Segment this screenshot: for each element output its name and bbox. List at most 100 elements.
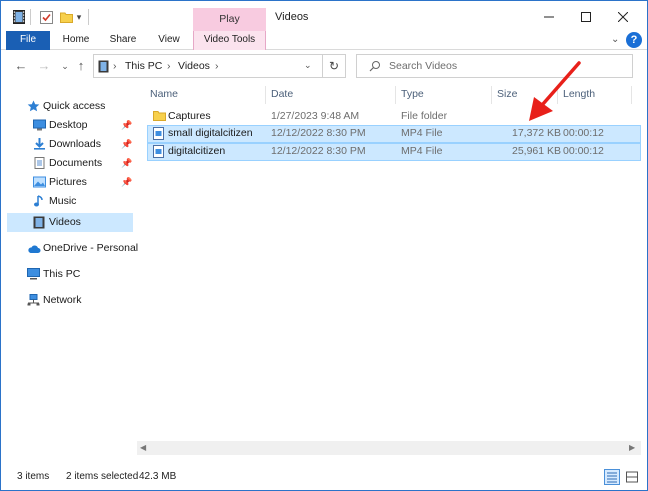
column-header-name[interactable]: Name (150, 88, 178, 104)
context-tab-play: Play (193, 8, 266, 31)
column-header-length[interactable]: Length (563, 88, 595, 104)
sidebar-item-label: This PC (43, 268, 81, 280)
sidebar-item-label: Downloads (49, 138, 101, 150)
file-type: MP4 File (401, 145, 443, 157)
column-divider[interactable] (557, 86, 558, 104)
file-date: 12/12/2022 8:30 PM (271, 127, 366, 139)
file-list: Name Date Type Size Length Captures 1/27… (137, 81, 641, 455)
table-row[interactable]: Captures 1/27/2023 9:48 AM File folder (147, 108, 641, 126)
sidebar-item-label: Documents (49, 157, 103, 169)
scroll-left-icon[interactable]: ◀ (140, 443, 146, 452)
minimize-button[interactable] (534, 5, 564, 29)
breadcrumb-this-pc[interactable]: This PC (125, 60, 162, 72)
navigation-bar: ← → ⌄ ↑ › This PC › Videos › ⌄ ↻ Search … (1, 53, 647, 81)
sidebar-item-label: Desktop (49, 119, 88, 131)
scroll-right-icon[interactable]: ▶ (629, 443, 635, 452)
tab-view[interactable]: View (149, 31, 189, 50)
address-history-chevron-icon[interactable]: ⌄ (304, 60, 312, 71)
horizontal-scrollbar[interactable]: ◀ ▶ (137, 441, 641, 455)
qa-divider-2 (88, 9, 89, 25)
sidebar-item-music[interactable]: Music (7, 192, 133, 211)
pin-icon[interactable]: 📌 (121, 116, 132, 135)
videos-folder-icon (98, 60, 109, 76)
navigation-pane: Quick access Desktop 📌 Downloads 📌 Docum… (1, 87, 138, 457)
file-size: 17,372 KB (512, 127, 562, 139)
sidebar-item-documents[interactable]: Documents 📌 (7, 154, 133, 173)
file-type: MP4 File (401, 127, 443, 139)
file-length: 00:00:12 (563, 127, 604, 139)
maximize-button[interactable] (571, 5, 601, 29)
breadcrumb-separator-icon: › (215, 60, 219, 72)
close-button[interactable] (608, 5, 638, 29)
sidebar-item-onedrive[interactable]: OneDrive - Personal (7, 239, 138, 258)
documents-icon (33, 157, 46, 169)
table-row[interactable]: small digitalcitizen 12/12/2022 8:30 PM … (147, 125, 641, 143)
videos-app-icon[interactable] (11, 9, 27, 25)
breadcrumb-separator-icon: › (113, 60, 117, 72)
column-header-date[interactable]: Date (271, 88, 293, 104)
file-length: 00:00:12 (563, 145, 604, 157)
pin-icon[interactable]: 📌 (121, 173, 132, 192)
selection-count: 2 items selected (66, 471, 139, 482)
back-arrow-icon[interactable]: ← (13, 57, 29, 75)
refresh-icon: ↻ (328, 59, 340, 73)
large-icons-view-button[interactable] (624, 469, 640, 485)
sidebar-item-label: OneDrive - Personal (43, 242, 139, 254)
sidebar-item-label: Music (49, 195, 77, 207)
column-header-type[interactable]: Type (401, 88, 424, 104)
file-date: 1/27/2023 9:48 AM (271, 110, 360, 122)
search-icon (369, 60, 381, 75)
column-header-size[interactable]: Size (497, 88, 517, 104)
file-explorer-window: ▾ Play Videos File Home Share View Video… (0, 0, 648, 491)
refresh-button[interactable]: ↻ (322, 54, 346, 78)
file-name: small digitalcitizen (168, 127, 253, 139)
help-icon[interactable]: ? (626, 32, 642, 48)
properties-icon[interactable] (38, 9, 54, 25)
sidebar-item-network[interactable]: Network (7, 291, 133, 310)
expand-ribbon-chevron-icon[interactable]: ⌄ (611, 34, 619, 45)
file-size: 25,961 KB (512, 145, 562, 157)
recent-locations-chevron-icon[interactable]: ⌄ (57, 57, 73, 75)
details-view-button[interactable] (604, 469, 620, 485)
computer-icon (27, 268, 40, 280)
tab-share[interactable]: Share (101, 31, 145, 50)
column-divider[interactable] (265, 86, 266, 104)
cloud-icon (27, 242, 41, 254)
search-input[interactable]: Search Videos (356, 54, 633, 78)
column-divider[interactable] (395, 86, 396, 104)
breadcrumb-separator-icon: › (167, 60, 171, 72)
tab-file[interactable]: File (6, 31, 50, 50)
file-date: 12/12/2022 8:30 PM (271, 145, 366, 157)
video-file-icon (153, 127, 164, 143)
selection-size: 42.3 MB (139, 471, 177, 482)
customize-qa-chevron-icon[interactable]: ▾ (74, 9, 84, 25)
title-bar: ▾ Play Videos (1, 1, 647, 31)
network-icon (27, 294, 40, 306)
pictures-icon (33, 176, 46, 188)
column-divider[interactable] (491, 86, 492, 104)
sidebar-item-pictures[interactable]: Pictures 📌 (7, 173, 133, 192)
sidebar-item-videos[interactable]: Videos (7, 213, 133, 232)
column-divider[interactable] (631, 86, 632, 104)
file-type: File folder (401, 110, 448, 122)
file-name: digitalcitizen (168, 145, 226, 157)
new-folder-icon[interactable] (58, 9, 74, 25)
breadcrumb-videos[interactable]: Videos (178, 60, 210, 72)
pin-icon[interactable]: 📌 (121, 154, 132, 173)
up-arrow-icon[interactable]: ↑ (73, 57, 89, 75)
star-icon (27, 100, 40, 112)
sidebar-item-this-pc[interactable]: This PC (7, 265, 133, 284)
sidebar-item-downloads[interactable]: Downloads 📌 (7, 135, 133, 154)
sidebar-item-label: Pictures (49, 176, 87, 188)
table-row[interactable]: digitalcitizen 12/12/2022 8:30 PM MP4 Fi… (147, 143, 641, 161)
file-name: Captures (168, 110, 211, 122)
pin-icon[interactable]: 📌 (121, 135, 132, 154)
tab-home[interactable]: Home (55, 31, 97, 50)
sidebar-item-desktop[interactable]: Desktop 📌 (7, 116, 133, 135)
forward-arrow-icon[interactable]: → (36, 57, 52, 75)
sidebar-item-label: Network (43, 294, 82, 306)
downloads-icon (33, 138, 46, 150)
address-bar[interactable]: › This PC › Videos › ⌄ (93, 54, 323, 78)
sidebar-item-quick-access[interactable]: Quick access (7, 97, 133, 116)
tab-video-tools[interactable]: Video Tools (193, 31, 266, 50)
